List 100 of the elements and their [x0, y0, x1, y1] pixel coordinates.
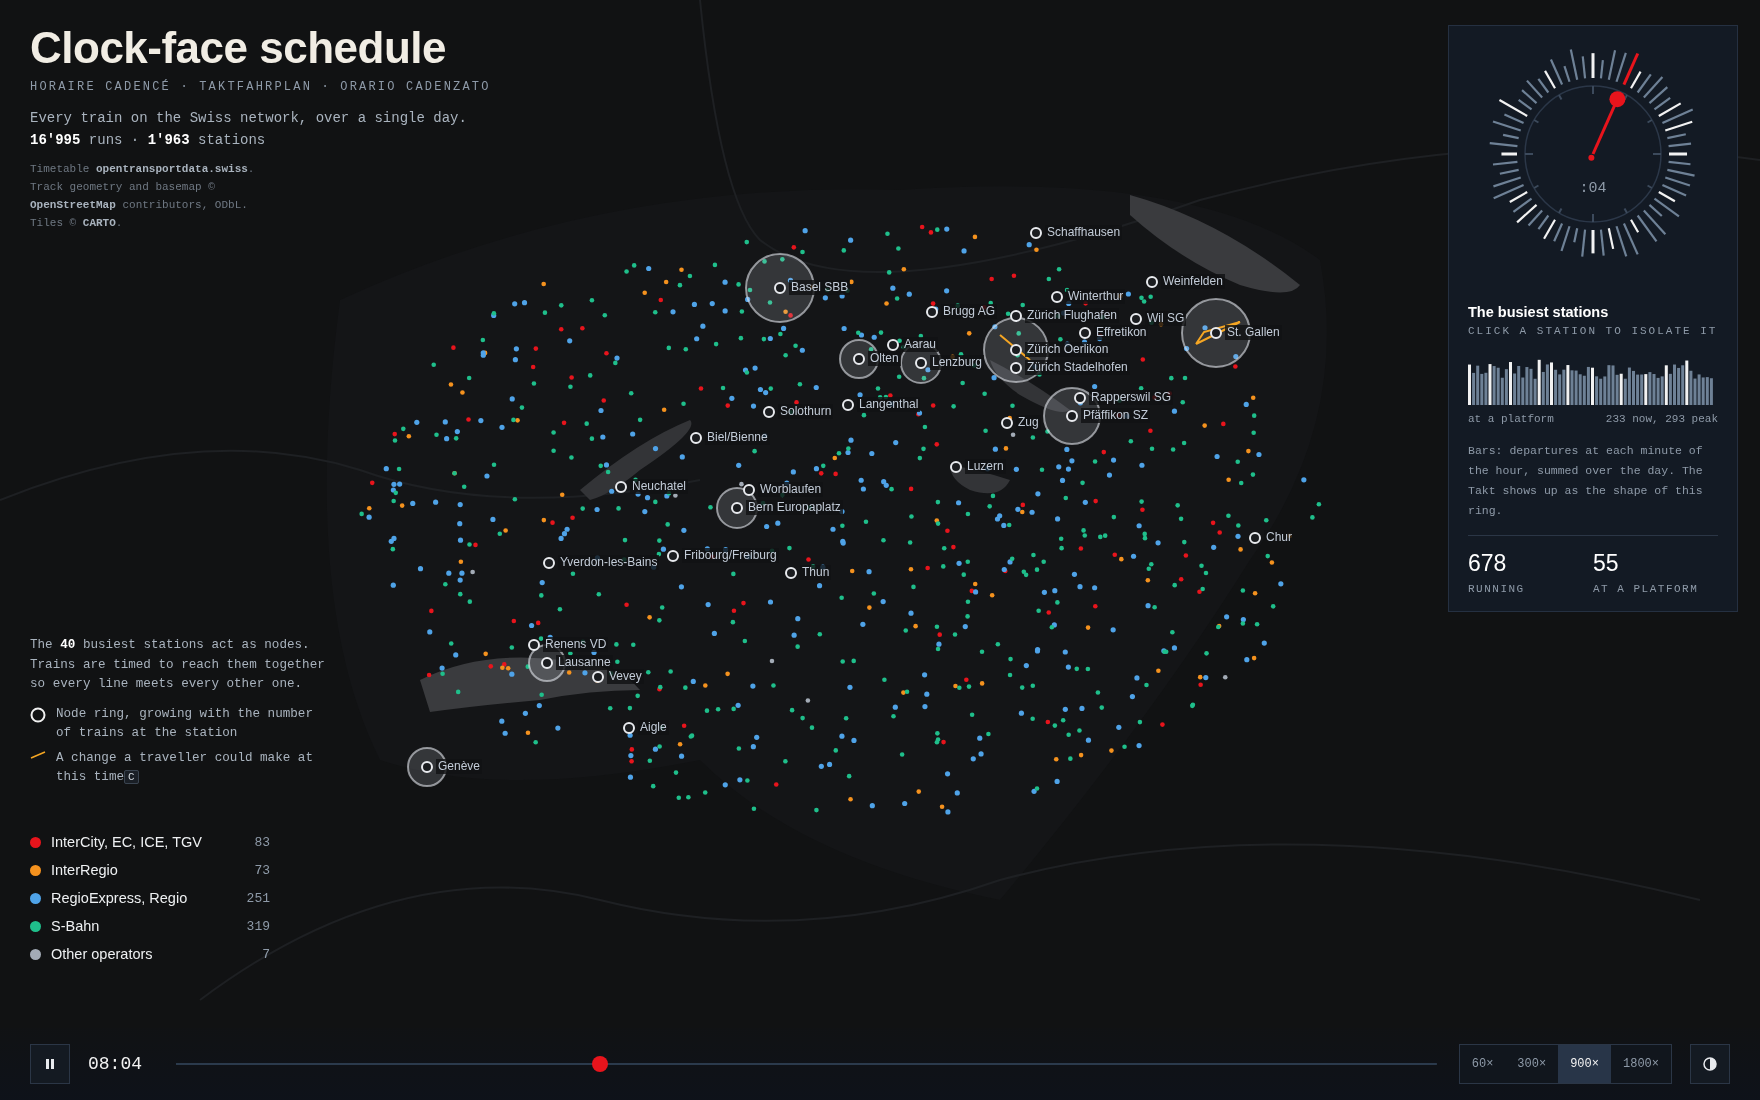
station-marker[interactable] [1051, 291, 1063, 303]
panel-title: The busiest stations [1468, 304, 1610, 320]
station-label[interactable]: Aigle [638, 720, 669, 735]
station-label[interactable]: Worblaufen [758, 482, 824, 497]
station-label[interactable]: Wil SG [1145, 311, 1187, 326]
station-marker[interactable] [1010, 310, 1022, 322]
legend-label: InterRegio [51, 862, 119, 878]
station-marker[interactable] [592, 671, 604, 683]
credit-line: OpenStreetMap contributors, ODbL. [30, 198, 249, 213]
run-stats: 16'995 runs · 1'963 stations [30, 132, 267, 148]
station-label[interactable]: Olten [868, 351, 901, 366]
station-label[interactable]: Neuchatel [630, 479, 689, 494]
station-marker[interactable] [1210, 327, 1222, 339]
station-label[interactable]: Luzern [965, 459, 1006, 474]
bars-caption: at a platform [1468, 413, 1554, 425]
station-label[interactable]: Yverdon-les-Bains [558, 555, 660, 570]
station-marker[interactable] [743, 484, 755, 496]
play-pause-button[interactable] [30, 1044, 70, 1084]
station-label[interactable]: Rapperswil SG [1089, 390, 1174, 405]
pause-icon [45, 1058, 55, 1070]
station-label[interactable]: Lenzburg [930, 355, 985, 370]
station-marker[interactable] [623, 722, 635, 734]
legend-label: InterCity, EC, ICE, TGV [51, 834, 203, 850]
station-marker[interactable] [541, 657, 553, 669]
station-label[interactable]: Bern Europaplatz [746, 500, 843, 515]
station-label[interactable]: Zürich Stadelhofen [1025, 360, 1130, 375]
station-label[interactable]: Vevey [607, 669, 644, 684]
legend-count: 7 [262, 946, 270, 962]
station-marker[interactable] [950, 461, 962, 473]
station-label[interactable]: Brugg AG [941, 304, 998, 319]
station-marker[interactable] [1066, 410, 1078, 422]
legend-count: 319 [246, 918, 270, 934]
station-label[interactable]: Pfäffikon SZ [1081, 408, 1151, 423]
legend-text: A change a traveller could make at this time C [56, 749, 314, 786]
current-time: 08:04 [88, 1054, 143, 1074]
legend-label: S-Bahn [51, 918, 101, 934]
station-marker[interactable] [690, 432, 702, 444]
stat-label: AT A PLATFORM [1593, 583, 1700, 595]
speed-button[interactable]: 300× [1505, 1045, 1559, 1083]
station-marker[interactable] [1249, 532, 1261, 544]
station-marker[interactable] [1010, 362, 1022, 374]
station-label[interactable]: Zürich Flughafen [1025, 308, 1120, 323]
speed-button[interactable]: 1800× [1611, 1045, 1671, 1083]
station-marker[interactable] [1010, 344, 1022, 356]
station-label[interactable]: Effretikon [1094, 325, 1149, 340]
station-label[interactable]: Fribourg/Freiburg [682, 548, 779, 563]
station-label[interactable]: Basel SBB [789, 280, 851, 295]
station-marker[interactable] [915, 357, 927, 369]
station-marker[interactable] [926, 306, 938, 318]
station-marker[interactable] [667, 550, 679, 562]
theme-toggle-button[interactable] [1690, 1044, 1730, 1084]
station-label[interactable]: Winterthur [1066, 289, 1126, 304]
ring-icon [30, 706, 46, 723]
subtitle: HORAIRE CADENCÉ · TAKTFAHRPLAN · ORARIO CADENZATO [30, 80, 491, 94]
station-marker[interactable] [1001, 417, 1013, 429]
stat-value: 678 [1468, 550, 1508, 577]
station-label[interactable]: Zug [1016, 415, 1041, 430]
station-marker[interactable] [528, 639, 540, 651]
station-marker[interactable] [887, 339, 899, 351]
station-label[interactable]: Langenthal [857, 397, 921, 412]
station-marker[interactable] [1074, 392, 1086, 404]
station-label[interactable]: Genève [436, 759, 483, 774]
station-marker[interactable] [774, 282, 786, 294]
speed-button[interactable]: 900× [1558, 1045, 1611, 1083]
station-marker[interactable] [1130, 313, 1142, 325]
page-title: Clock-face schedule [30, 22, 447, 74]
panel-note: Bars: departures at each minute of the hour, summed over the day. The Takt shows up as the shape of this ring. [1468, 441, 1718, 536]
clock-minute-label: :04 [1579, 180, 1607, 197]
legend-count: 251 [246, 890, 270, 906]
station-label[interactable]: St. Gallen [1225, 325, 1282, 340]
station-marker[interactable] [615, 481, 627, 493]
stat-label: RUNNING [1468, 583, 1526, 595]
station-marker[interactable] [543, 557, 555, 569]
station-marker[interactable] [1146, 276, 1158, 288]
station-marker[interactable] [1030, 227, 1042, 239]
bars-reading: 233 now, 293 peak [1605, 413, 1718, 425]
station-label[interactable]: Renens VD [543, 637, 609, 652]
station-marker[interactable] [731, 502, 743, 514]
slider-thumb[interactable] [591, 1056, 608, 1072]
station-label[interactable]: Aarau [902, 337, 939, 352]
credit-line: Tiles © CARTO. [30, 216, 124, 231]
station-label[interactable]: Zürich Oerlikon [1025, 342, 1111, 357]
description: Every train on the Swiss network, over a single day. [30, 110, 468, 126]
station-marker[interactable] [421, 761, 433, 773]
change-line-icon [1193, 321, 1241, 347]
station-marker[interactable] [853, 353, 865, 365]
legend-count: 73 [254, 862, 270, 878]
station-marker[interactable] [785, 567, 797, 579]
credit-line: Track geometry and basemap © [30, 180, 216, 195]
station-marker[interactable] [763, 406, 775, 418]
station-marker[interactable] [1079, 327, 1091, 339]
station-label[interactable]: Lausanne [556, 655, 613, 670]
station-label[interactable]: Schaffhausen [1045, 225, 1123, 240]
speed-button[interactable]: 60× [1459, 1045, 1506, 1083]
explainer-text: The 40 busiest stations act as nodes. Trains are timed to reach them together so every line meets every other one. [30, 637, 326, 693]
stat-value: 55 [1593, 550, 1620, 577]
station-marker[interactable] [842, 399, 854, 411]
panel-hint: CLICK A STATION TO ISOLATE IT [1468, 324, 1718, 339]
contrast-icon [1703, 1057, 1717, 1071]
legend-label: Other operators [51, 946, 154, 962]
